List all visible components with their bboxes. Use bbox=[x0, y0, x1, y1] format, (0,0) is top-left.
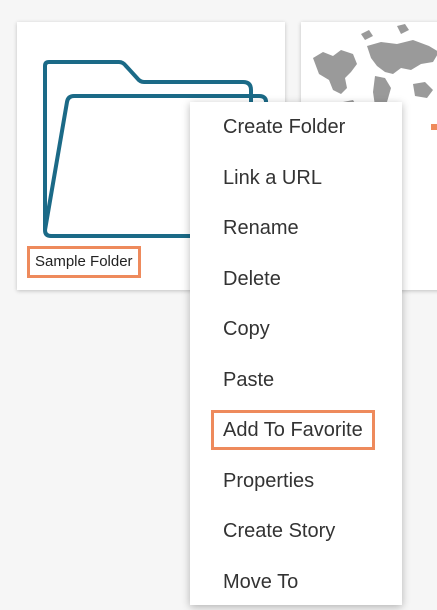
menu-item-paste[interactable]: Paste bbox=[190, 355, 402, 406]
folder-name-label[interactable]: Sample Folder bbox=[27, 246, 141, 278]
menu-item-properties[interactable]: Properties bbox=[190, 456, 402, 507]
menu-item-add-to-favorite[interactable]: Add To Favorite bbox=[190, 405, 402, 456]
menu-item-create-folder[interactable]: Create Folder bbox=[190, 102, 402, 153]
menu-item-move-to[interactable]: Move To bbox=[190, 557, 402, 608]
menu-item-copy[interactable]: Copy bbox=[190, 304, 402, 355]
workspace-canvas: Sample Folder Create Folder Link a URL R… bbox=[0, 0, 437, 610]
menu-item-link-url[interactable]: Link a URL bbox=[190, 153, 402, 204]
menu-item-rename[interactable]: Rename bbox=[190, 203, 402, 254]
context-menu: Create Folder Link a URL Rename Delete C… bbox=[190, 102, 402, 605]
menu-item-create-story[interactable]: Create Story bbox=[190, 506, 402, 557]
menu-item-delete[interactable]: Delete bbox=[190, 254, 402, 305]
